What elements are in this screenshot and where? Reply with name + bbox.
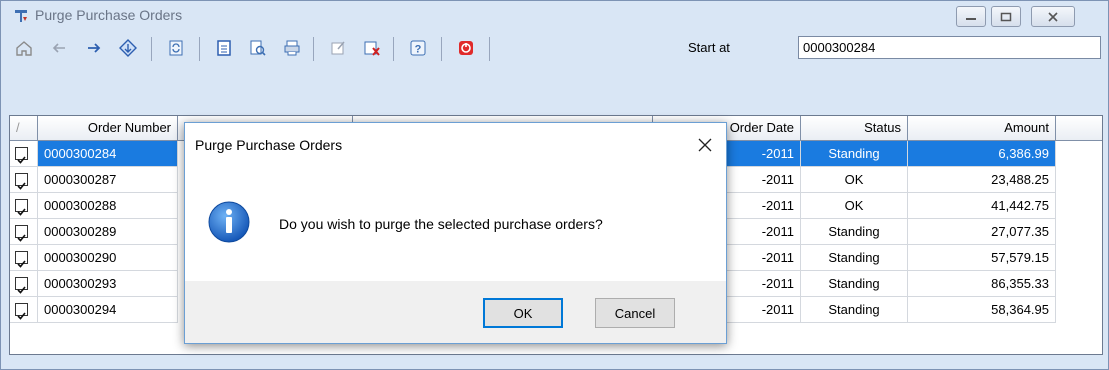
delete-button[interactable]	[359, 35, 385, 61]
status-cell: OK	[801, 167, 908, 193]
checkmark-icon	[17, 260, 26, 268]
stop-icon	[459, 41, 473, 55]
checkmark-icon	[17, 234, 26, 242]
order-number-cell: 0000300289	[38, 219, 178, 245]
checkmark-icon	[17, 286, 26, 294]
toolbar-separator	[441, 37, 442, 61]
checkmark-icon	[17, 182, 26, 190]
checkmark-icon	[17, 208, 26, 216]
amount-cell: 57,579.15	[908, 245, 1056, 271]
toolbar-separator	[489, 37, 490, 61]
purge-window: Purge Purchase Orders ? Start at 0000300…	[0, 0, 1109, 370]
home-button[interactable]	[11, 35, 37, 61]
order-number-cell: 0000300284	[38, 141, 178, 167]
info-icon	[208, 201, 250, 243]
checkmark-icon	[17, 312, 26, 320]
navigate-button[interactable]	[115, 35, 141, 61]
close-button[interactable]	[1031, 6, 1075, 27]
toolbar-separator	[199, 37, 200, 61]
start-at-input[interactable]	[798, 36, 1101, 59]
help-button[interactable]: ?	[405, 35, 431, 61]
amount-cell: 6,386.99	[908, 141, 1056, 167]
status-cell: Standing	[801, 141, 908, 167]
status-cell: OK	[801, 193, 908, 219]
order-number-cell: 0000300290	[38, 245, 178, 271]
start-at-label: Start at	[688, 40, 730, 55]
amount-cell: 23,488.25	[908, 167, 1056, 193]
row-checkbox[interactable]	[15, 147, 28, 164]
maximize-button[interactable]	[991, 6, 1021, 27]
close-icon	[1048, 11, 1058, 22]
preview-icon	[250, 40, 266, 56]
toolbar-separator	[313, 37, 314, 61]
document-icon	[217, 40, 231, 56]
checkmark-icon	[17, 156, 26, 164]
row-checkbox[interactable]	[15, 225, 28, 242]
minimize-button[interactable]	[956, 6, 986, 27]
column-header-status[interactable]: Status	[801, 116, 908, 140]
ok-button[interactable]: OK	[483, 298, 563, 328]
order-number-cell: 0000300293	[38, 271, 178, 297]
status-cell: Standing	[801, 245, 908, 271]
select-all-header[interactable]: /	[10, 116, 38, 140]
back-button[interactable]	[46, 35, 72, 61]
order-number-cell: 0000300288	[38, 193, 178, 219]
amount-cell: 58,364.95	[908, 297, 1056, 323]
row-checkbox[interactable]	[15, 251, 28, 268]
dialog-close-button[interactable]	[693, 133, 717, 157]
status-cell: Standing	[801, 271, 908, 297]
dialog-body: Purge Purchase Orders Do you wish to pur…	[185, 123, 726, 281]
print-button[interactable]	[279, 35, 305, 61]
purge-confirm-dialog: Purge Purchase Orders Do you wish to pur…	[184, 122, 727, 344]
dialog-title: Purge Purchase Orders	[195, 137, 343, 153]
amount-cell: 86,355.33	[908, 271, 1056, 297]
toolbar-separator	[393, 37, 394, 61]
refresh-button[interactable]	[163, 35, 189, 61]
amount-cell: 41,442.75	[908, 193, 1056, 219]
dialog-message: Do you wish to purge the selected purcha…	[279, 216, 603, 232]
order-number-cell: 0000300287	[38, 167, 178, 193]
home-icon	[16, 41, 32, 56]
document-button[interactable]	[211, 35, 237, 61]
row-checkbox[interactable]	[15, 303, 28, 320]
column-header-order-number[interactable]: Order Number	[38, 116, 178, 140]
title-bar: Purge Purchase Orders	[1, 1, 1108, 29]
help-icon: ?	[410, 40, 426, 56]
close-icon	[698, 138, 712, 152]
window-title: Purge Purchase Orders	[35, 7, 183, 23]
forward-arrow-icon	[88, 43, 101, 53]
maximize-icon	[1000, 12, 1012, 21]
order-number-cell: 0000300294	[38, 297, 178, 323]
status-cell: Standing	[801, 219, 908, 245]
navigate-icon	[119, 39, 137, 57]
refresh-icon	[169, 40, 183, 56]
status-cell: Standing	[801, 297, 908, 323]
preview-button[interactable]	[245, 35, 271, 61]
amount-cell: 27,077.35	[908, 219, 1056, 245]
stop-button[interactable]	[453, 35, 479, 61]
row-checkbox[interactable]	[15, 277, 28, 294]
minimize-icon	[966, 17, 976, 20]
app-icon	[15, 10, 27, 22]
cancel-button[interactable]: Cancel	[595, 298, 675, 328]
edit-icon	[331, 41, 345, 55]
toolbar-separator	[151, 37, 152, 61]
print-icon	[284, 40, 300, 56]
svg-text:?: ?	[415, 44, 422, 56]
row-checkbox[interactable]	[15, 173, 28, 190]
delete-icon	[364, 41, 380, 56]
column-header-amount[interactable]: Amount	[908, 116, 1056, 140]
back-arrow-icon	[52, 43, 65, 53]
forward-button[interactable]	[81, 35, 107, 61]
row-checkbox[interactable]	[15, 199, 28, 216]
edit-button[interactable]	[325, 35, 351, 61]
